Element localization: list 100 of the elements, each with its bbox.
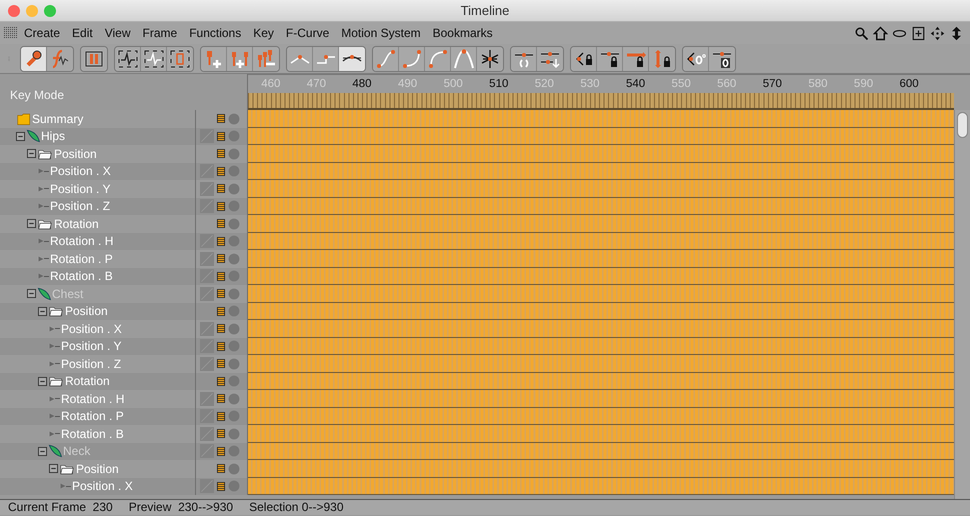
home-icon[interactable] bbox=[873, 26, 888, 40]
mute-toggle-icon[interactable] bbox=[200, 426, 214, 441]
record-dot-icon[interactable] bbox=[228, 112, 240, 125]
record-dot-icon[interactable] bbox=[228, 340, 240, 352]
record-dot-icon[interactable] bbox=[228, 270, 240, 282]
toolbar-button[interactable] bbox=[21, 46, 47, 70]
keyframe-lane[interactable] bbox=[248, 425, 954, 442]
keyframe-lane[interactable] bbox=[248, 145, 954, 162]
triangle-icon[interactable] bbox=[49, 394, 55, 403]
tree-item-label[interactable]: Rotation . P bbox=[50, 250, 113, 268]
triangle-icon[interactable] bbox=[38, 272, 44, 280]
tree-item-label[interactable]: Position . X bbox=[61, 320, 122, 338]
tree-item-label[interactable]: Rotation . B bbox=[61, 424, 124, 443]
mute-toggle-icon[interactable] bbox=[200, 164, 214, 178]
record-dot-icon[interactable] bbox=[228, 410, 240, 422]
keyframe-lane[interactable] bbox=[248, 320, 954, 338]
keyframe-lane[interactable] bbox=[248, 285, 954, 302]
triangle-icon[interactable] bbox=[38, 167, 44, 176]
mute-toggle-icon[interactable] bbox=[200, 356, 214, 371]
menu-item[interactable]: Bookmarks bbox=[426, 22, 499, 44]
triangle-icon[interactable] bbox=[38, 237, 44, 246]
triangle-icon[interactable] bbox=[38, 184, 44, 193]
tree-item-label[interactable]: Position bbox=[76, 460, 119, 478]
collapse-icon[interactable] bbox=[27, 149, 36, 158]
keyframe-lane[interactable] bbox=[248, 268, 954, 285]
plus-box-icon[interactable] bbox=[911, 26, 926, 40]
keyframe-lane[interactable] bbox=[248, 180, 954, 198]
keyframe-lane[interactable] bbox=[248, 110, 954, 128]
menu-item[interactable]: Functions bbox=[183, 22, 248, 44]
grip-icon[interactable] bbox=[4, 27, 18, 39]
collapse-icon[interactable] bbox=[27, 219, 36, 228]
keyframe-lane[interactable] bbox=[248, 478, 954, 495]
tree-item-label[interactable]: Summary bbox=[32, 110, 84, 128]
record-dot-icon[interactable] bbox=[228, 305, 240, 318]
tree-item-label[interactable]: Position bbox=[54, 144, 97, 163]
collapse-icon[interactable] bbox=[49, 464, 58, 474]
mute-toggle-icon[interactable] bbox=[200, 322, 214, 336]
triangle-icon[interactable] bbox=[49, 342, 55, 350]
keyframe-lane[interactable] bbox=[248, 215, 954, 232]
toolbar-button[interactable] bbox=[511, 46, 537, 70]
collapse-icon[interactable] bbox=[38, 446, 47, 456]
triangle-icon[interactable] bbox=[49, 430, 55, 438]
record-dot-icon[interactable] bbox=[228, 428, 240, 440]
keyframe-lane[interactable] bbox=[248, 162, 954, 180]
tree-item-label[interactable]: Rotation . H bbox=[61, 390, 124, 408]
collapse-icon[interactable] bbox=[16, 132, 25, 141]
tree-item-label[interactable]: Rotation bbox=[54, 214, 99, 233]
collapse-icon[interactable] bbox=[38, 306, 47, 316]
menu-item[interactable]: Edit bbox=[66, 22, 99, 44]
record-dot-icon[interactable] bbox=[228, 235, 240, 248]
record-dot-icon[interactable] bbox=[228, 252, 240, 265]
mute-toggle-icon[interactable] bbox=[200, 409, 214, 424]
move-icon[interactable] bbox=[930, 26, 945, 40]
mute-toggle-icon[interactable] bbox=[200, 286, 214, 301]
mute-toggle-icon[interactable] bbox=[200, 182, 214, 196]
keyframe-lane[interactable] bbox=[248, 355, 954, 372]
mute-toggle-icon[interactable] bbox=[200, 252, 214, 266]
tree-item-label[interactable]: Position . Y bbox=[50, 180, 110, 198]
menu-item[interactable]: F-Curve bbox=[280, 22, 336, 44]
keyframe-lane[interactable] bbox=[248, 442, 954, 460]
menu-item[interactable]: Key bbox=[247, 22, 280, 44]
record-dot-icon[interactable] bbox=[228, 445, 240, 458]
record-dot-icon[interactable] bbox=[228, 165, 240, 178]
keyframe-lane[interactable] bbox=[248, 372, 954, 390]
tree-item-label[interactable]: Neck bbox=[63, 442, 90, 460]
record-dot-icon[interactable] bbox=[228, 322, 240, 335]
record-dot-icon[interactable] bbox=[228, 462, 240, 475]
triangle-icon[interactable] bbox=[49, 324, 55, 333]
record-dot-icon[interactable] bbox=[228, 358, 240, 370]
triangle-icon[interactable] bbox=[38, 202, 44, 210]
record-dot-icon[interactable] bbox=[228, 480, 240, 492]
triangle-icon[interactable] bbox=[38, 254, 44, 263]
mute-toggle-icon[interactable] bbox=[200, 129, 214, 144]
vertical-scrollbar[interactable] bbox=[954, 110, 970, 499]
close-button[interactable] bbox=[8, 5, 20, 17]
record-dot-icon[interactable] bbox=[228, 148, 240, 160]
mute-toggle-icon[interactable] bbox=[200, 234, 214, 248]
menu-item[interactable]: View bbox=[98, 22, 137, 44]
mute-toggle-icon[interactable] bbox=[200, 269, 214, 284]
mute-toggle-icon[interactable] bbox=[200, 199, 214, 214]
mute-toggle-icon[interactable] bbox=[200, 339, 214, 354]
toolbar-button[interactable] bbox=[571, 46, 597, 70]
tree-item-label[interactable]: Hips bbox=[41, 127, 66, 146]
keyframe-lane[interactable] bbox=[248, 408, 954, 425]
keyframe-lane[interactable] bbox=[248, 338, 954, 355]
toolbar-button[interactable] bbox=[115, 46, 141, 70]
keyframe-lane[interactable] bbox=[248, 460, 954, 478]
mute-toggle-icon[interactable] bbox=[200, 479, 214, 494]
keyframe-lane[interactable] bbox=[248, 128, 954, 145]
record-dot-icon[interactable] bbox=[228, 288, 240, 300]
collapse-icon[interactable] bbox=[38, 376, 47, 386]
record-dot-icon[interactable] bbox=[228, 375, 240, 388]
mute-toggle-icon[interactable] bbox=[200, 392, 214, 406]
toolbar-button[interactable] bbox=[339, 46, 365, 70]
record-dot-icon[interactable] bbox=[228, 182, 240, 195]
menu-item[interactable]: Create bbox=[18, 22, 66, 44]
collapse-icon[interactable] bbox=[27, 289, 36, 298]
record-dot-icon[interactable] bbox=[228, 392, 240, 405]
keyframe-lane[interactable] bbox=[248, 302, 954, 320]
triangle-icon[interactable] bbox=[49, 412, 55, 420]
